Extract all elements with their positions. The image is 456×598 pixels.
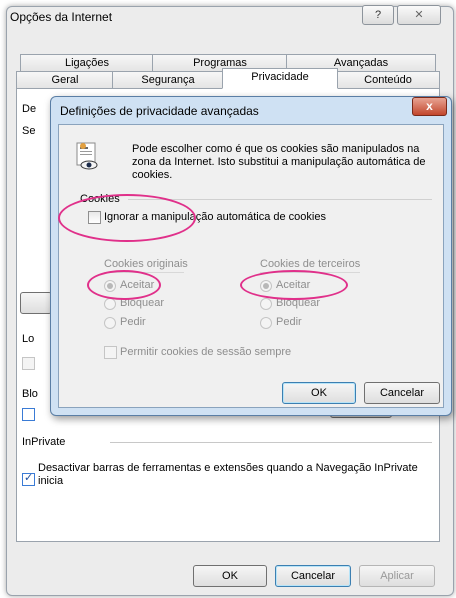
checkmark-icon: ✓ xyxy=(24,472,34,484)
help-icon: ? xyxy=(374,9,382,21)
inprivate-title: InPrivate xyxy=(22,436,66,448)
highlight-ellipse-first-party xyxy=(87,270,161,300)
tab-conteudo[interactable]: Conteúdo xyxy=(336,71,440,89)
first-party-block-radio[interactable] xyxy=(104,298,116,310)
panel-popup-checkbox[interactable] xyxy=(22,408,35,421)
tab-geral[interactable]: Geral xyxy=(16,71,114,89)
cancel-button[interactable]: Cancelar xyxy=(275,565,351,587)
privacy-certificate-icon xyxy=(76,142,98,172)
panel-cut-label-4: Blo xyxy=(22,388,38,400)
third-party-prompt-radio[interactable] xyxy=(260,317,272,329)
panel-partial-checkbox[interactable] xyxy=(22,357,35,370)
third-party-prompt-label: Pedir xyxy=(276,316,302,328)
tab-ligacoes[interactable]: Ligações xyxy=(20,54,154,72)
window-title: Opções da Internet xyxy=(10,10,113,24)
window-close-button[interactable]: ✕ xyxy=(397,5,441,25)
panel-cut-label-3: Lo xyxy=(22,333,35,345)
dialog-close-button[interactable]: x xyxy=(412,97,447,116)
session-cookies-label: Permitir cookies de sessão sempre xyxy=(120,346,292,358)
dialog-description: Pode escolher como é que os cookies são … xyxy=(132,143,426,181)
first-party-prompt-label: Pedir xyxy=(120,316,146,328)
first-party-title: Cookies originais xyxy=(104,258,188,270)
ok-button[interactable]: OK xyxy=(193,565,267,587)
apply-button[interactable]: Aplicar xyxy=(359,565,435,587)
third-party-title: Cookies de terceiros xyxy=(260,258,361,270)
panel-cut-label-2: Se xyxy=(22,125,36,137)
panel-cut-label-1: De xyxy=(22,103,37,115)
inprivate-divider xyxy=(110,442,432,443)
highlight-ellipse-override xyxy=(58,194,196,242)
dialog-cancel-button[interactable]: Cancelar xyxy=(364,382,440,404)
inprivate-checkbox[interactable]: ✓ xyxy=(22,472,35,486)
first-party-prompt-radio[interactable] xyxy=(104,317,116,329)
session-cookies-checkbox[interactable] xyxy=(104,346,117,359)
panel-partial-button[interactable] xyxy=(20,292,52,314)
help-button[interactable]: ? xyxy=(362,5,394,25)
inprivate-checkbox-label: Desactivar barras de ferramentas e exten… xyxy=(38,462,418,487)
dialog-ok-button[interactable]: OK xyxy=(282,382,356,404)
highlight-ellipse-third-party xyxy=(240,270,348,300)
close-icon: ✕ xyxy=(414,9,424,21)
close-icon: x xyxy=(426,99,433,113)
tab-seguranca[interactable]: Segurança xyxy=(112,71,224,89)
tab-privacidade[interactable]: Privacidade xyxy=(222,68,338,89)
third-party-block-radio[interactable] xyxy=(260,298,272,310)
dialog-title: Definições de privacidade avançadas xyxy=(60,104,259,118)
